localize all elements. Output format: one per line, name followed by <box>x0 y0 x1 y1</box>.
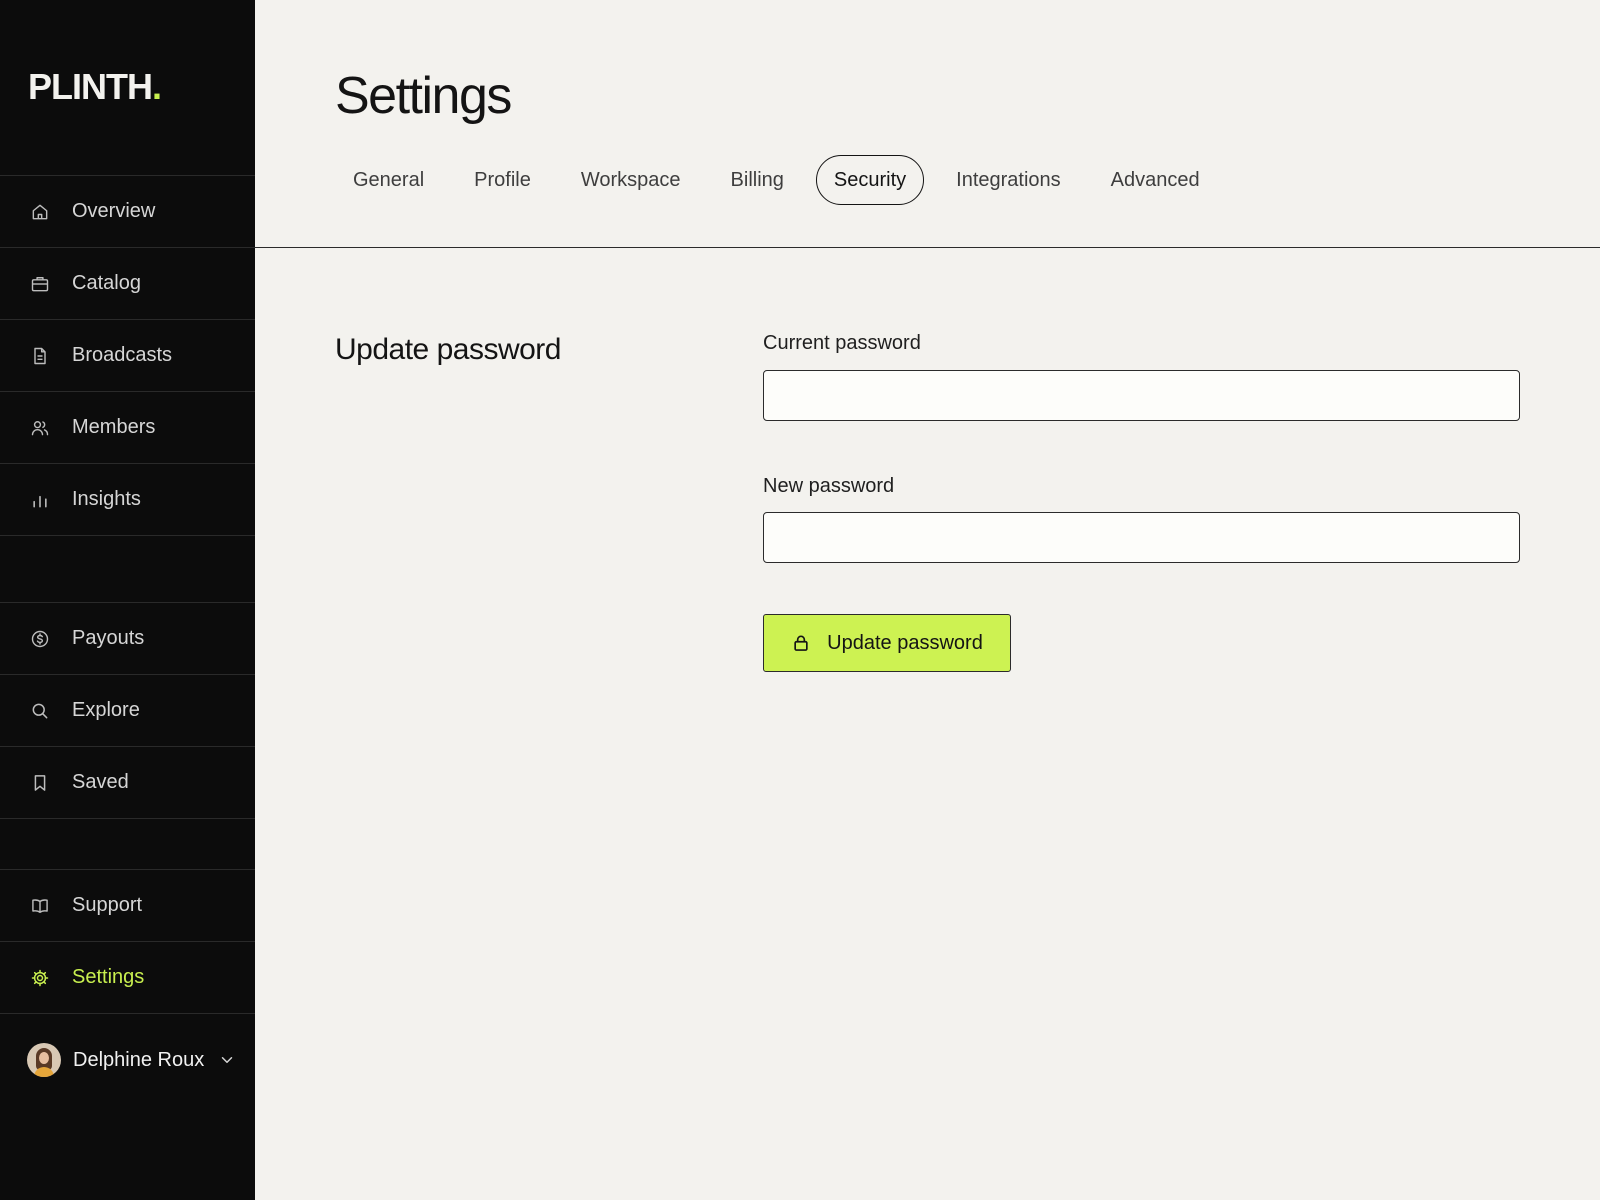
sidebar-item-label: Settings <box>72 966 145 988</box>
page-title: Settings <box>335 67 512 125</box>
sidebar-item-label: Saved <box>72 771 129 793</box>
gear-icon <box>28 966 52 990</box>
update-password-label: Update password <box>827 631 983 654</box>
search-icon <box>28 699 52 723</box>
sidebar-item-label: Catalog <box>72 272 141 294</box>
nav-group-secondary: Payouts Explore Saved <box>0 602 255 819</box>
document-icon <box>28 344 52 368</box>
sidebar-item-support[interactable]: Support <box>0 870 255 942</box>
tab-general[interactable]: General <box>335 155 442 205</box>
sidebar-item-label: Payouts <box>72 627 145 649</box>
sidebar-item-label: Explore <box>72 699 140 721</box>
sidebar-item-saved[interactable]: Saved <box>0 747 255 819</box>
nav-group-system: Support Settings <box>0 869 255 1014</box>
tabs-divider <box>255 247 1600 248</box>
sidebar-item-explore[interactable]: Explore <box>0 675 255 747</box>
tab-integrations[interactable]: Integrations <box>938 155 1079 205</box>
logo-dot: . <box>152 66 162 107</box>
sidebar-item-broadcasts[interactable]: Broadcasts <box>0 320 255 392</box>
section-title: Update password <box>335 333 561 366</box>
brand-logo[interactable]: PLINTH. <box>28 66 162 108</box>
sidebar-item-members[interactable]: Members <box>0 392 255 464</box>
tab-profile[interactable]: Profile <box>456 155 549 205</box>
home-icon <box>28 200 52 224</box>
sidebar-item-label: Broadcasts <box>72 344 173 366</box>
update-password-button[interactable]: Update password <box>763 614 1011 672</box>
dollar-circle-icon <box>28 627 52 651</box>
current-password-label: Current password <box>763 332 921 354</box>
new-password-label: New password <box>763 475 895 497</box>
book-icon <box>28 894 52 918</box>
sidebar-item-overview[interactable]: Overview <box>0 176 255 248</box>
main-content: Settings General Profile Workspace Billi… <box>255 0 1600 1200</box>
sidebar: PLINTH. Overview Catalog Broadcasts Memb… <box>0 0 255 1200</box>
tab-billing[interactable]: Billing <box>713 155 802 205</box>
tab-advanced[interactable]: Advanced <box>1093 155 1218 205</box>
users-icon <box>28 416 52 440</box>
bookmark-icon <box>28 771 52 795</box>
sidebar-item-label: Insights <box>72 488 141 510</box>
user-menu[interactable]: Delphine Roux <box>0 1015 255 1105</box>
sidebar-item-label: Members <box>72 416 156 438</box>
new-password-field[interactable] <box>763 512 1520 563</box>
tab-workspace[interactable]: Workspace <box>563 155 699 205</box>
sidebar-item-payouts[interactable]: Payouts <box>0 603 255 675</box>
sidebar-item-insights[interactable]: Insights <box>0 464 255 536</box>
tab-security[interactable]: Security <box>815 155 925 205</box>
current-password-field[interactable] <box>763 370 1520 421</box>
sidebar-item-catalog[interactable]: Catalog <box>0 248 255 320</box>
sidebar-item-label: Support <box>72 894 143 916</box>
settings-tabs: General Profile Workspace Billing Securi… <box>335 155 1232 205</box>
bar-chart-icon <box>28 488 52 512</box>
chevron-down-icon[interactable] <box>218 1051 236 1069</box>
user-name: Delphine Roux <box>73 1048 205 1071</box>
avatar <box>27 1043 61 1077</box>
lock-icon <box>791 633 811 653</box>
logo-text: PLINTH <box>28 66 153 107</box>
nav-group-main: Overview Catalog Broadcasts Members Insi… <box>0 175 255 536</box>
briefcase-icon <box>28 272 52 296</box>
sidebar-item-label: Overview <box>72 200 156 222</box>
sidebar-item-settings[interactable]: Settings <box>0 942 255 1014</box>
